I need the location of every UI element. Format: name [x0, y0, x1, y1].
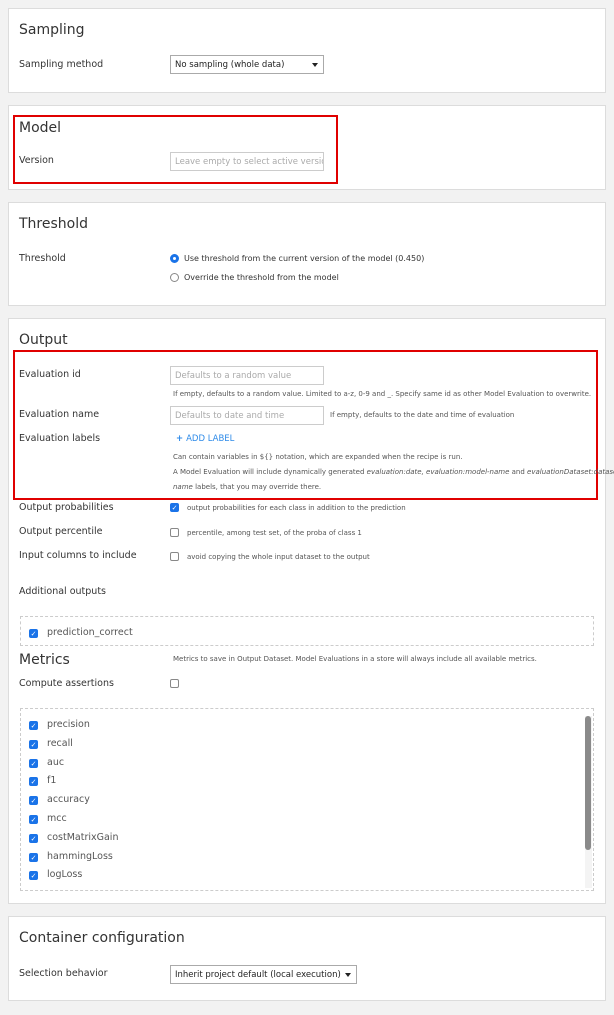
threshold-radio-current[interactable] [170, 254, 179, 263]
evaluation-labels-label: Evaluation labels [19, 433, 101, 444]
metric-checkbox[interactable]: ✓ [29, 871, 38, 881]
threshold-option-override: Override the threshold from the model [184, 273, 339, 282]
plus-icon: + [176, 434, 187, 444]
metric-label: mcc [47, 813, 67, 824]
evaluation-id-label: Evaluation id [19, 369, 81, 380]
metrics-list: ✓ precision ✓ recall ✓ auc ✓ f1 ✓ accuracy ✓ mcc ✓ co… [20, 708, 594, 891]
compute-assertions-label: Compute assertions [19, 678, 114, 689]
chevron-down-icon [312, 63, 318, 67]
model-title: Model [19, 120, 62, 136]
metric-checkbox[interactable]: ✓ [29, 796, 38, 806]
output-probabilities-help: output probabilities for each class in a… [187, 504, 406, 512]
output-percentile-checkbox[interactable] [170, 528, 179, 537]
output-percentile-label: Output percentile [19, 526, 103, 537]
input-columns-checkbox[interactable] [170, 552, 179, 561]
sampling-method-value: No sampling (whole data) [175, 60, 285, 70]
metric-checkbox[interactable]: ✓ [29, 721, 38, 730]
metric-checkbox[interactable]: ✓ [29, 777, 38, 787]
highlight-box [13, 115, 338, 184]
input-columns-help: avoid copying the whole input dataset to… [187, 553, 370, 561]
threshold-label: Threshold [19, 253, 66, 264]
threshold-radio-override[interactable] [170, 273, 179, 282]
prediction-correct-checkbox[interactable]: ✓ [29, 629, 38, 638]
output-probabilities-label: Output probabilities [19, 502, 114, 513]
metric-checkbox[interactable]: ✓ [29, 852, 38, 862]
scrollbar-thumb[interactable] [585, 716, 591, 850]
labels-help-2: A Model Evaluation will include dynamica… [173, 468, 614, 476]
labels-help-3: name labels, that you may override there… [173, 483, 322, 491]
metric-label: accuracy [47, 794, 90, 806]
evaluation-id-input[interactable]: Defaults to a random value [170, 366, 324, 385]
metrics-title: Metrics [19, 652, 70, 668]
version-label: Version [19, 155, 54, 166]
add-label-button[interactable]: + ADD LABEL [176, 434, 234, 445]
evaluation-name-label: Evaluation name [19, 409, 100, 420]
threshold-title: Threshold [19, 216, 88, 232]
sampling-panel [8, 8, 606, 93]
prediction-correct-label: prediction_correct [47, 627, 133, 638]
additional-outputs-label: Additional outputs [19, 586, 106, 597]
chevron-down-icon [345, 973, 351, 977]
version-input[interactable]: Leave empty to select active version [170, 152, 324, 171]
selection-behavior-select[interactable]: Inherit project default (local execution… [170, 965, 357, 984]
evaluation-id-help: If empty, defaults to a random value. Li… [173, 390, 592, 398]
metrics-note: Metrics to save in Output Dataset. Model… [173, 655, 537, 663]
evaluation-name-help: If empty, defaults to the date and time … [330, 411, 515, 419]
sampling-method-select[interactable]: No sampling (whole data) [170, 55, 324, 74]
container-panel [8, 916, 606, 1001]
input-columns-label: Input columns to include [19, 550, 137, 561]
metric-checkbox[interactable]: ✓ [29, 739, 38, 749]
container-title: Container configuration [19, 930, 185, 946]
metric-label: f1 [47, 775, 57, 787]
metric-label: costMatrixGain [47, 831, 119, 843]
metric-label: recall [47, 737, 73, 749]
output-probabilities-checkbox[interactable]: ✓ [170, 503, 179, 512]
output-percentile-help: percentile, among test set, of the proba… [187, 529, 362, 537]
selection-behavior-value: Inherit project default (local execution… [175, 970, 341, 980]
metric-checkbox[interactable]: ✓ [29, 758, 38, 768]
sampling-method-label: Sampling method [19, 59, 104, 70]
sampling-title: Sampling [19, 22, 85, 38]
metric-label: hammingLoss [47, 850, 113, 862]
metric-label: logLoss [47, 869, 83, 881]
add-label-text: ADD LABEL [186, 434, 235, 444]
selection-behavior-label: Selection behavior [19, 968, 108, 979]
metric-checkbox[interactable]: ✓ [29, 833, 38, 843]
metric-label: auc [47, 756, 65, 768]
output-title: Output [19, 332, 68, 348]
metric-checkbox[interactable]: ✓ [29, 815, 38, 824]
compute-assertions-checkbox[interactable] [170, 679, 179, 688]
labels-help-1: Can contain variables in ${} notation, w… [173, 453, 463, 461]
evaluation-name-input[interactable]: Defaults to date and time [170, 406, 324, 425]
threshold-option-current: Use threshold from the current version o… [184, 254, 425, 263]
metric-label: precision [47, 719, 90, 730]
